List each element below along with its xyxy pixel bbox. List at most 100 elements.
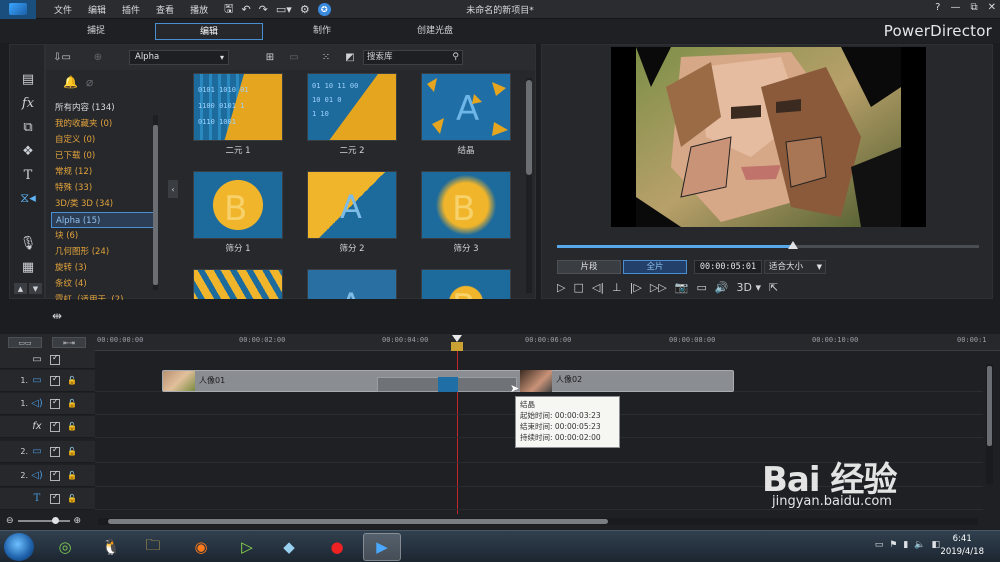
record-icon[interactable]: ● bbox=[318, 533, 356, 561]
thumbnail-scrollbar[interactable] bbox=[526, 78, 532, 293]
track-row-title[interactable] bbox=[95, 488, 983, 510]
restore-icon[interactable]: ⧉ bbox=[970, 2, 977, 13]
remove-icon[interactable]: ▭ bbox=[286, 50, 302, 64]
track-enable-checkbox[interactable] bbox=[50, 397, 60, 409]
lock-icon[interactable]: 🔓 bbox=[67, 471, 77, 480]
menu-playback[interactable]: 播放 bbox=[182, 3, 216, 16]
minimize-icon[interactable]: — bbox=[950, 2, 960, 13]
movie-mode-button[interactable]: 全片 bbox=[623, 260, 687, 274]
track-enable-checkbox[interactable] bbox=[50, 492, 60, 504]
search-icon[interactable]: ⚲ bbox=[452, 51, 459, 64]
preview-seekbar[interactable] bbox=[557, 245, 979, 248]
category-scrollbar[interactable] bbox=[153, 115, 158, 290]
subtitle-icon[interactable]: ▭ bbox=[696, 281, 706, 294]
firefox-icon[interactable]: ◉ bbox=[182, 533, 220, 561]
download-icon[interactable]: ⊕ bbox=[90, 50, 106, 64]
category-general[interactable]: 常规 (12) bbox=[51, 164, 155, 180]
track-enable-checkbox[interactable] bbox=[50, 353, 60, 365]
category-3d[interactable]: 3D/类 3D (34) bbox=[51, 196, 155, 212]
category-all[interactable]: 所有内容 (134) bbox=[51, 100, 155, 116]
tab-produce[interactable]: 制作 bbox=[268, 23, 376, 40]
playhead-marker[interactable] bbox=[451, 342, 463, 351]
next-frame-icon[interactable]: |▷ bbox=[630, 281, 642, 294]
volume-icon[interactable]: 🔊 bbox=[715, 281, 729, 294]
grid-view-icon[interactable]: ⁙ bbox=[318, 50, 334, 64]
close-icon[interactable]: ✕ bbox=[988, 2, 996, 13]
media-room-icon[interactable]: ▤ bbox=[17, 69, 39, 89]
add-tag-bell-icon[interactable]: 🔔 bbox=[63, 75, 78, 89]
timecode-display[interactable]: 00:00:05:01 bbox=[694, 260, 762, 274]
lock-icon[interactable]: 🔓 bbox=[67, 399, 77, 408]
network-icon[interactable]: ▮ bbox=[903, 540, 908, 550]
redo-icon[interactable]: ↷ bbox=[259, 3, 268, 16]
glass-icon[interactable]: ◆ bbox=[270, 533, 308, 561]
category-alpha[interactable]: Alpha (15) bbox=[51, 212, 155, 228]
undock-icon[interactable]: ⇱ bbox=[769, 281, 778, 294]
title-icon[interactable]: T bbox=[17, 165, 39, 185]
upgrade-icon[interactable]: ✪ bbox=[317, 2, 331, 16]
aspect-ratio-icon[interactable]: ▭▾ bbox=[276, 3, 292, 16]
powerdirector-icon[interactable]: ▶ bbox=[363, 533, 401, 561]
tab-create-disc[interactable]: 创建光盘 bbox=[381, 23, 489, 40]
tab-capture[interactable]: 捕捉 bbox=[42, 23, 150, 40]
fx-icon[interactable]: fx bbox=[17, 93, 39, 113]
lock-icon[interactable]: 🔓 bbox=[67, 494, 77, 503]
timeline-horizontal-scrollbar[interactable] bbox=[98, 518, 978, 525]
zoom-out-icon[interactable]: ⊖ bbox=[6, 516, 14, 526]
split-view-icon[interactable]: ⇹ bbox=[52, 309, 62, 323]
3d-mode-dropdown[interactable]: 3D ▾ bbox=[737, 281, 762, 294]
thumb-binary-2[interactable]: 01 10 11 00 10 01 0 1 10 bbox=[307, 73, 397, 141]
track-enable-checkbox[interactable] bbox=[50, 469, 60, 481]
storyboard-view-icon[interactable]: ▭▭ bbox=[8, 337, 42, 348]
explorer-icon[interactable]: 🗀 bbox=[134, 533, 172, 561]
fit-timeline-icon[interactable]: ⇤⇥ bbox=[52, 337, 86, 348]
media-icon[interactable]: ▷ bbox=[228, 533, 266, 561]
fast-forward-icon[interactable]: ▷▷ bbox=[650, 281, 667, 294]
category-block[interactable]: 块 (6) bbox=[51, 228, 155, 244]
previous-frame-icon[interactable]: ◁| bbox=[592, 281, 604, 294]
menu-edit[interactable]: 编辑 bbox=[80, 3, 114, 16]
keyboard-icon[interactable]: ▭ bbox=[875, 540, 884, 550]
thumb-sieve-2[interactable]: A bbox=[307, 171, 397, 239]
save-icon[interactable]: 🖫 bbox=[224, 0, 233, 19]
category-filter-dropdown[interactable]: Alpha ▾ bbox=[129, 50, 229, 65]
track-row-video-1[interactable]: 人像01 人像02 bbox=[95, 370, 983, 392]
collapse-panel-icon[interactable]: ‹ bbox=[168, 180, 178, 198]
360-icon[interactable]: ◎ bbox=[46, 533, 84, 561]
category-downloaded[interactable]: 已下载 (0) bbox=[51, 148, 155, 164]
thumb-yellow-b[interactable]: B bbox=[421, 269, 511, 299]
track-enable-checkbox[interactable] bbox=[50, 420, 60, 432]
lock-icon[interactable]: 🔓 bbox=[67, 376, 77, 385]
chapter-icon[interactable]: ▦ bbox=[17, 257, 39, 277]
thumb-binary-1[interactable]: 0101 1010 01 1100 0101 1 0110 1001 bbox=[193, 73, 283, 141]
menu-plugins[interactable]: 插件 bbox=[114, 3, 148, 16]
category-favorites[interactable]: 我的收藏夹 (0) bbox=[51, 116, 155, 132]
lock-icon[interactable]: 🔓 bbox=[67, 447, 77, 456]
particle-icon[interactable]: ❖ bbox=[17, 141, 39, 161]
resize-icon[interactable]: ◩ bbox=[342, 50, 358, 64]
taskbar-clock[interactable]: 6:41 2019/4/18 bbox=[940, 533, 984, 559]
seek-handle[interactable] bbox=[788, 241, 799, 249]
speaker-icon[interactable]: 🔈 bbox=[914, 540, 925, 550]
qq-icon[interactable]: 🐧 bbox=[92, 533, 130, 561]
snapshot-icon[interactable]: 📷 bbox=[675, 281, 689, 294]
remove-tag-icon[interactable]: ⌀ bbox=[86, 75, 93, 89]
track-enable-checkbox[interactable] bbox=[50, 445, 60, 457]
zoom-in-icon[interactable]: ⊕ bbox=[74, 516, 82, 526]
play-icon[interactable]: ▷ bbox=[557, 281, 565, 294]
stop-icon[interactable]: □ bbox=[573, 281, 583, 294]
track-enable-checkbox[interactable] bbox=[50, 374, 60, 386]
category-special[interactable]: 特殊 (33) bbox=[51, 180, 155, 196]
split-clip-icon[interactable]: ⊥ bbox=[612, 281, 622, 294]
playhead-handle[interactable] bbox=[452, 335, 462, 342]
timeline-vertical-scrollbar[interactable] bbox=[986, 364, 993, 484]
start-button[interactable] bbox=[4, 533, 34, 561]
help-icon[interactable]: ? bbox=[935, 2, 940, 13]
pip-icon[interactable]: ⧉ bbox=[17, 117, 39, 137]
track-row-audio-2[interactable] bbox=[95, 465, 983, 487]
timeline-ruler[interactable]: 00:00:00:00 00:00:02:00 00:00:04:00 00:0… bbox=[95, 334, 1000, 351]
chevron-down-icon[interactable]: ▼ bbox=[29, 283, 42, 294]
category-geometric[interactable]: 几何图形 (24) bbox=[51, 244, 155, 260]
thumb-crystal[interactable]: A bbox=[421, 73, 511, 141]
flag-icon[interactable]: ⚑ bbox=[889, 540, 897, 550]
